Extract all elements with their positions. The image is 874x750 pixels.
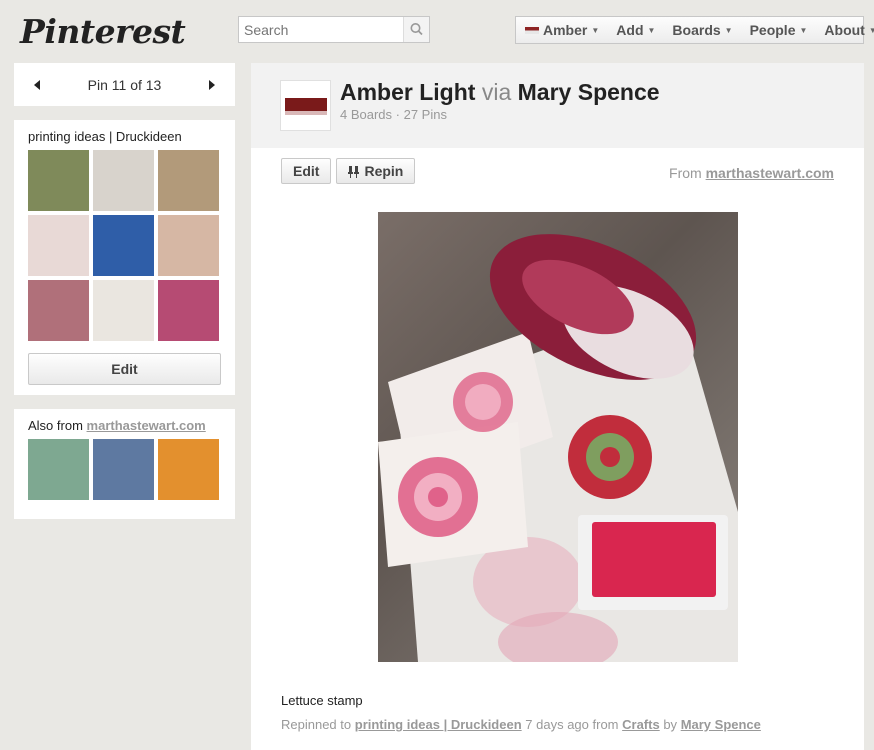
also-from-panel: Also from marthastewart.com	[14, 409, 235, 519]
pin-pager: Pin 11 of 13	[14, 63, 235, 106]
pinner-name[interactable]: Amber Light	[340, 79, 475, 105]
pinner-header: Amber Light via Mary Spence 4 Boards · 2…	[251, 63, 864, 148]
top-nav: Amber ▼ Add ▼ Boards ▼ People ▼ About ▼	[515, 16, 874, 44]
search-input[interactable]	[239, 17, 404, 42]
board-thumbnail[interactable]	[28, 280, 89, 341]
also-from-label: Also from	[28, 418, 83, 433]
credit-user-link[interactable]: Mary Spence	[681, 717, 761, 732]
edit-pin-button[interactable]: Edit	[281, 158, 332, 184]
search-button[interactable]	[403, 17, 429, 42]
pin-actions: Edit Repin	[281, 158, 416, 184]
via-user-name[interactable]: Mary Spence	[518, 79, 660, 105]
board-thumbnail[interactable]	[158, 150, 219, 211]
caret-down-icon: ▼	[724, 25, 733, 35]
avatar-badge-stripe	[285, 111, 327, 115]
board-thumbnail[interactable]	[28, 150, 89, 211]
nav-add-label: Add	[616, 22, 644, 38]
search-box	[238, 16, 430, 43]
nav-people-label: People	[749, 22, 796, 38]
board-edit-button[interactable]: Edit	[28, 353, 221, 385]
also-from-thumbnail[interactable]	[158, 439, 219, 500]
also-from-thumbnail[interactable]	[93, 439, 154, 500]
caret-down-icon: ▼	[647, 25, 656, 35]
pin-source-link[interactable]: marthastewart.com	[706, 165, 834, 181]
pinner-stats: 4 Boards · 27 Pins	[340, 107, 447, 122]
caret-down-icon: ▼	[799, 25, 808, 35]
board-thumbnail[interactable]	[158, 215, 219, 276]
board-thumbnail[interactable]	[158, 280, 219, 341]
pin-counter: Pin 11 of 13	[87, 76, 162, 93]
credit-repinned-label: Repinned to	[281, 717, 352, 732]
prev-pin-arrow-icon[interactable]	[34, 79, 40, 90]
also-from-thumbnails	[28, 439, 221, 500]
repin-label: Repin	[364, 163, 404, 179]
caret-down-icon: ▼	[591, 25, 600, 35]
nav-about-menu[interactable]: About ▼	[815, 17, 874, 43]
avatar[interactable]	[280, 80, 331, 131]
nav-people-menu[interactable]: People ▼	[741, 17, 816, 43]
credit-time: 7 days ago from	[525, 717, 619, 732]
also-from-source-link[interactable]: marthastewart.com	[87, 418, 206, 433]
user-flag-icon	[525, 26, 539, 34]
board-panel: printing ideas | Druckideen Edit	[14, 120, 235, 395]
board-thumbnail[interactable]	[93, 215, 154, 276]
board-thumbnail[interactable]	[93, 280, 154, 341]
caret-down-icon: ▼	[868, 25, 874, 35]
nav-boards-label: Boards	[672, 22, 721, 38]
pin-source: From marthastewart.com	[669, 165, 834, 181]
credit-board-link[interactable]: printing ideas | Druckideen	[355, 717, 522, 732]
nav-about-label: About	[824, 22, 865, 38]
also-from-heading: Also from marthastewart.com	[28, 418, 221, 433]
board-thumbnail[interactable]	[93, 150, 154, 211]
board-title[interactable]: printing ideas | Druckideen	[28, 129, 221, 144]
credit-by-label: by	[663, 717, 678, 732]
nav-user-menu[interactable]: Amber ▼	[516, 17, 607, 43]
nav-boards-menu[interactable]: Boards ▼	[663, 17, 740, 43]
board-thumbnail[interactable]	[28, 215, 89, 276]
pin-source-label: From	[669, 165, 702, 181]
nav-add-menu[interactable]: Add ▼	[607, 17, 663, 43]
board-thumbnail-grid	[28, 150, 221, 341]
next-pin-arrow-icon[interactable]	[209, 79, 215, 90]
pushpin-icon	[348, 165, 360, 178]
also-from-thumbnail[interactable]	[28, 439, 89, 500]
repin-button[interactable]: Repin	[336, 158, 416, 184]
nav-user-label: Amber	[543, 22, 588, 38]
pinterest-logo[interactable]: Pinterest	[20, 12, 186, 51]
pin-description: Lettuce stamp	[281, 693, 363, 708]
search-icon	[410, 23, 423, 36]
pin-image[interactable]	[378, 212, 738, 662]
pin-credit: Repinned to printing ideas | Druckideen …	[281, 717, 761, 732]
pinner-name-line: Amber Light via Mary Spence	[340, 79, 660, 106]
pin-detail-panel: Amber Light via Mary Spence 4 Boards · 2…	[251, 63, 864, 750]
via-label: via	[481, 79, 512, 105]
credit-source-link[interactable]: Crafts	[622, 717, 660, 732]
pin-image-illustration	[378, 234, 738, 662]
edit-pin-label: Edit	[293, 163, 320, 179]
avatar-badge	[285, 98, 327, 111]
